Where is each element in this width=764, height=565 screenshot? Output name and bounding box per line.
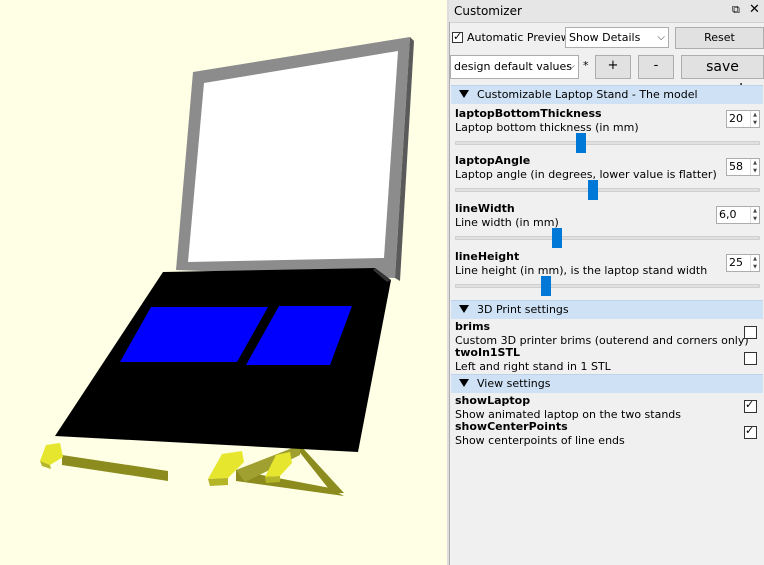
- stand-mid-foot-shade: [208, 478, 228, 486]
- two-in-1-stl-checkbox[interactable]: [744, 352, 757, 365]
- section-print-label: 3D Print settings: [477, 303, 569, 316]
- param-desc: Line width (in mm): [455, 216, 559, 229]
- param-desc: Show centerpoints of line ends: [455, 434, 625, 447]
- line-height-slider[interactable]: [455, 284, 760, 288]
- line-height-input[interactable]: 25 ▲ ▼: [726, 254, 760, 272]
- customizer-body: Automatic Preview Show Details ⌵ Reset d…: [449, 22, 764, 565]
- param-name: twoIn1STL: [455, 346, 520, 359]
- spin-arrows-icon[interactable]: ▲ ▼: [750, 159, 759, 175]
- laptop-angle-slider[interactable]: [455, 188, 760, 192]
- customizer-panel: Customizer ⧉ ✕ Automatic Preview Show De…: [449, 0, 764, 565]
- chevron-down-icon: ⌵: [657, 32, 665, 43]
- float-window-icon[interactable]: ⧉: [732, 3, 740, 17]
- remove-preset-button[interactable]: -: [638, 55, 674, 79]
- preset-select[interactable]: design default values ⌵: [450, 55, 579, 79]
- laptop-bottom-thickness-slider[interactable]: [455, 141, 760, 145]
- automatic-preview-label: Automatic Preview: [467, 31, 570, 44]
- section-model[interactable]: Customizable Laptop Stand - The model: [451, 85, 763, 104]
- param-desc: Line height (in mm), is the laptop stand…: [455, 264, 708, 277]
- details-select[interactable]: Show Details ⌵: [565, 27, 669, 48]
- spin-value: 25: [729, 256, 743, 269]
- spin-arrows-icon[interactable]: ▲ ▼: [750, 111, 759, 127]
- param-name: brims: [455, 320, 491, 333]
- laptop-stand-model: [40, 37, 414, 496]
- param-name: showCenterPoints: [455, 420, 568, 433]
- chevron-down-icon: ⌵: [567, 61, 575, 72]
- show-center-points-checkbox[interactable]: [744, 424, 757, 439]
- laptop-angle-input[interactable]: 58 ▲ ▼: [726, 158, 760, 176]
- spin-value: 6,0: [719, 208, 737, 221]
- section-view-label: View settings: [477, 377, 551, 390]
- line-width-input[interactable]: 6,0 ▲ ▼: [716, 206, 760, 224]
- param-desc: Laptop angle (in degrees, lower value is…: [455, 168, 717, 181]
- save-preset-button[interactable]: save preset: [681, 55, 764, 97]
- line-width-slider[interactable]: [455, 236, 760, 240]
- param-name: lineHeight: [455, 250, 520, 263]
- laptop-bottom-thickness-input[interactable]: 20 ▲ ▼: [726, 110, 760, 128]
- slider-thumb[interactable]: [587, 180, 598, 200]
- automatic-preview-checkbox[interactable]: [452, 30, 463, 43]
- slider-thumb[interactable]: [540, 276, 551, 296]
- stand-right-foot-shade: [265, 476, 280, 483]
- param-name: laptopBottomThickness: [455, 107, 602, 120]
- param-name: showLaptop: [455, 394, 531, 407]
- reset-button[interactable]: Reset: [675, 27, 764, 49]
- customizer-title: Customizer: [454, 4, 522, 18]
- spin-value: 58: [729, 160, 743, 173]
- section-print[interactable]: 3D Print settings: [451, 300, 763, 319]
- slider-thumb[interactable]: [575, 133, 586, 153]
- 3d-viewport[interactable]: [0, 0, 447, 565]
- laptop-screen-display: [188, 51, 398, 262]
- collapse-triangle-icon: [459, 379, 469, 387]
- collapse-triangle-icon: [459, 305, 469, 313]
- modified-marker: *: [583, 59, 589, 72]
- stand-left-leg: [62, 455, 168, 481]
- spin-arrows-icon[interactable]: ▲ ▼: [750, 207, 759, 223]
- close-icon[interactable]: ✕: [749, 2, 760, 17]
- param-desc: Left and right stand in 1 STL: [455, 360, 611, 373]
- stand-left-foot: [40, 443, 63, 465]
- add-preset-button[interactable]: +: [595, 55, 631, 79]
- param-desc: Laptop bottom thickness (in mm): [455, 121, 639, 134]
- preset-select-value: design default values: [454, 60, 572, 73]
- param-name: lineWidth: [455, 202, 515, 215]
- spin-value: 20: [729, 112, 743, 125]
- details-select-value: Show Details: [569, 31, 641, 44]
- section-view[interactable]: View settings: [451, 374, 763, 393]
- show-laptop-checkbox[interactable]: [744, 398, 757, 413]
- collapse-triangle-icon: [459, 90, 469, 98]
- slider-thumb[interactable]: [552, 228, 563, 248]
- param-name: laptopAngle: [455, 154, 531, 167]
- customizer-titlebar: Customizer ⧉ ✕: [449, 0, 764, 23]
- brims-checkbox[interactable]: [744, 326, 757, 339]
- section-model-label: Customizable Laptop Stand - The model: [477, 88, 698, 101]
- spin-arrows-icon[interactable]: ▲ ▼: [750, 255, 759, 271]
